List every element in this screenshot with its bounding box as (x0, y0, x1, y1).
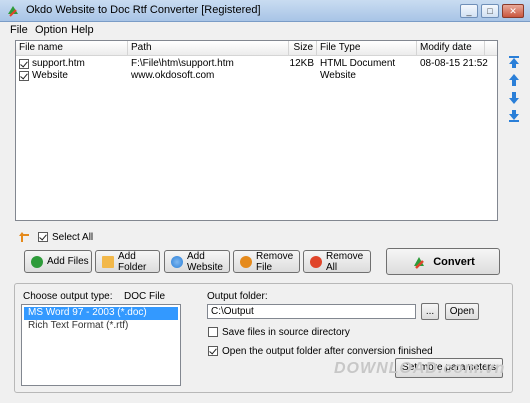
remove-file-button[interactable]: Remove File (233, 250, 300, 273)
globe-icon (171, 255, 183, 268)
convert-icon (414, 256, 425, 269)
column-file-type[interactable]: File Type (317, 41, 417, 56)
add-website-button[interactable]: Add Website (164, 250, 230, 273)
add-website-label: Add Website (187, 250, 223, 273)
menu-file[interactable]: File (10, 24, 28, 36)
output-type-label: Choose output type: (23, 291, 113, 302)
open-folder-button[interactable]: Open (445, 303, 479, 320)
cell-file-type: Website (320, 70, 356, 81)
select-all-label: Select All (52, 232, 94, 243)
move-up-icon[interactable] (507, 73, 521, 87)
browse-button[interactable]: ... (421, 303, 439, 320)
list-item[interactable]: MS Word 97 - 2003 (*.doc) (24, 307, 178, 320)
close-button[interactable]: ✕ (502, 4, 524, 18)
file-list-header: File name Path Size File Type Modify dat… (16, 41, 497, 56)
add-icon (31, 255, 43, 268)
add-files-label: Add Files (47, 256, 89, 267)
output-type-value: DOC File (124, 291, 166, 302)
title-bar: Okdo Website to Doc Rtf Converter [Regis… (0, 0, 530, 22)
remove-all-label: Remove All (326, 250, 364, 273)
table-row[interactable]: Website www.okdosoft.com Website (16, 70, 497, 83)
convert-label: Convert (433, 255, 475, 268)
cell-size: 12KB (289, 58, 314, 69)
maximize-button[interactable]: □ (481, 4, 499, 18)
go-up-folder-icon[interactable] (19, 231, 31, 243)
remove-icon (240, 255, 252, 268)
cell-path: F:\File\htm\support.htm (131, 58, 234, 69)
menu-help[interactable]: Help (71, 24, 94, 36)
cell-path: www.okdosoft.com (131, 70, 215, 81)
add-files-button[interactable]: Add Files (24, 250, 92, 273)
output-folder-label: Output folder: (207, 291, 268, 302)
add-folder-button[interactable]: Add Folder (95, 250, 160, 273)
open-after-checkbox[interactable] (208, 346, 218, 356)
column-modify-date[interactable]: Modify date (417, 41, 485, 56)
cell-modify-date: 08-08-15 21:52 (420, 58, 488, 69)
remove-all-button[interactable]: Remove All (303, 250, 371, 273)
remove-file-label: Remove File (256, 250, 294, 273)
move-top-icon[interactable] (507, 55, 521, 69)
folder-icon (102, 255, 114, 268)
minimize-button[interactable]: _ (460, 4, 478, 18)
cell-file-type: HTML Document (320, 58, 396, 69)
column-size[interactable]: Size (289, 41, 317, 56)
remove-all-icon (310, 255, 322, 268)
open-after-label: Open the output folder after conversion … (222, 346, 433, 357)
move-bottom-icon[interactable] (507, 109, 521, 123)
column-spacer (485, 41, 497, 56)
window-title: Okdo Website to Doc Rtf Converter [Regis… (26, 4, 261, 16)
cell-file-name: Website (32, 70, 68, 81)
select-all-checkbox[interactable] (38, 232, 48, 242)
output-folder-input[interactable]: C:\Output (207, 304, 416, 319)
save-in-source-checkbox[interactable] (208, 327, 218, 337)
app-icon (8, 6, 18, 17)
row-checkbox[interactable] (19, 59, 29, 69)
list-item[interactable]: Rich Text Format (*.rtf) (24, 320, 178, 333)
move-down-icon[interactable] (507, 91, 521, 105)
row-checkbox[interactable] (19, 71, 29, 81)
cell-file-name: support.htm (32, 58, 85, 69)
save-in-source-label: Save files in source directory (222, 327, 350, 338)
file-list[interactable]: File name Path Size File Type Modify dat… (15, 40, 498, 221)
output-type-list[interactable]: MS Word 97 - 2003 (*.doc) Rich Text Form… (21, 304, 181, 386)
convert-button[interactable]: Convert (386, 248, 500, 275)
add-folder-label: Add Folder (118, 250, 147, 273)
column-path[interactable]: Path (128, 41, 289, 56)
watermark-text: DOWNLOAD.com.vn (334, 360, 506, 377)
column-file-name[interactable]: File name (16, 41, 128, 56)
menu-bar: File Option Help (0, 22, 530, 38)
menu-option[interactable]: Option (35, 24, 67, 36)
